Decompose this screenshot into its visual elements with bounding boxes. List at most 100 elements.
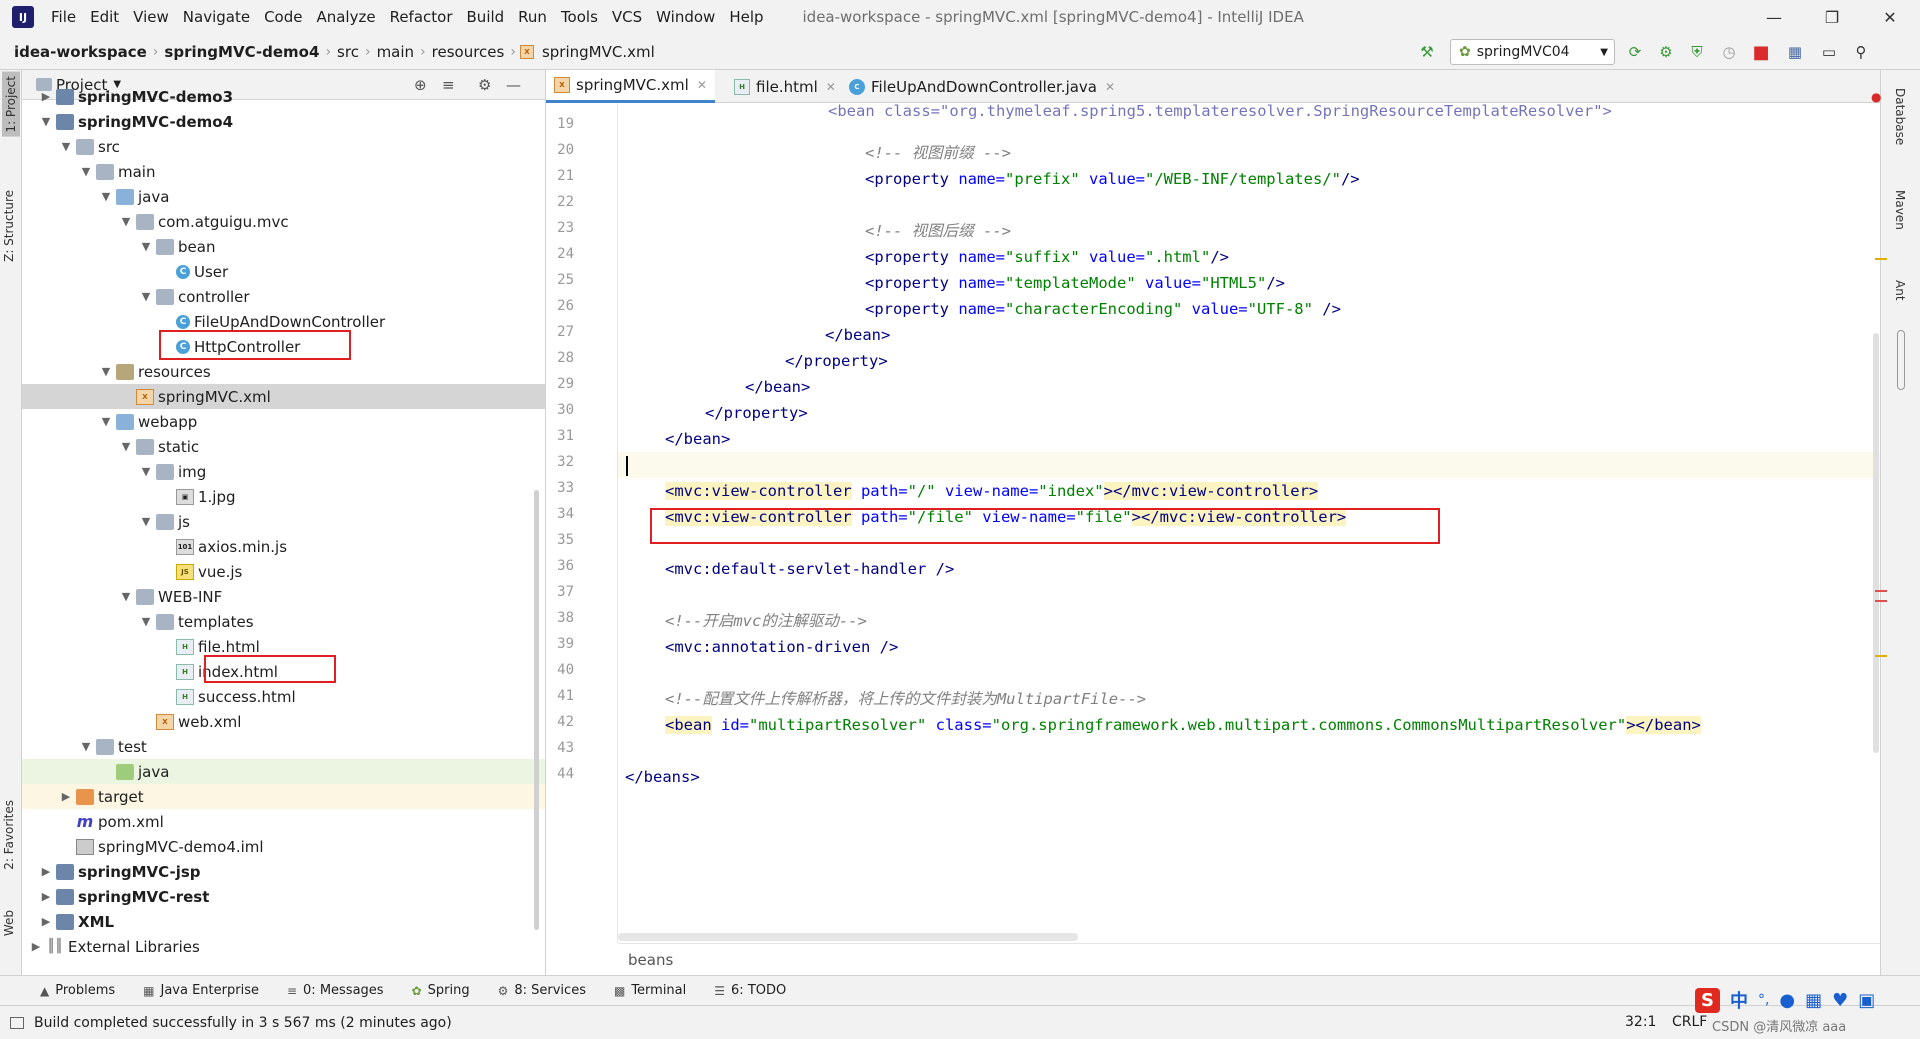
tree-item[interactable]: ▼ com.atguigu.mvc [22,209,545,234]
chevron-down-icon[interactable]: ▼ [138,515,154,528]
menu-code[interactable]: Code [257,8,309,26]
menu-refactor[interactable]: Refactor [383,8,460,26]
menu-window[interactable]: Window [649,8,722,26]
coverage-icon[interactable]: ⛨ [1688,43,1706,61]
tool-tab-structure[interactable]: Z: Structure [2,190,16,262]
breadcrumb-workspace[interactable]: idea-workspace [10,43,151,61]
chevron-down-icon[interactable]: ▼ [138,240,154,253]
menu-navigate[interactable]: Navigate [176,8,257,26]
menu-file[interactable]: File [44,8,83,26]
chevron-down-icon[interactable]: ▼ [138,615,154,628]
tool-problems[interactable]: ▲ Problems [40,983,115,998]
ime-language[interactable]: 中 [1730,987,1748,1013]
tool-spring[interactable]: ✿ Spring [412,983,470,998]
chevron-down-icon[interactable]: ▼ [138,465,154,478]
build-hammer-icon[interactable]: ⚒ [1418,43,1436,61]
chevron-right-icon[interactable]: ▶ [38,865,54,878]
menu-build[interactable]: Build [460,8,512,26]
tree-item[interactable]: ▼ src [22,134,545,159]
tree-item[interactable]: Hsuccess.html [22,684,545,709]
profile-icon[interactable]: ◷ [1720,43,1738,61]
chevron-down-icon[interactable]: ▼ [38,115,54,128]
chevron-right-icon[interactable]: ▶ [38,915,54,928]
tree-item[interactable]: ▼ main [22,159,545,184]
tree-item[interactable]: ▼ WEB-INF [22,584,545,609]
menu-help[interactable]: Help [722,8,770,26]
window-layout-icon[interactable]: ▭ [1820,43,1838,61]
tree-item[interactable]: java [22,759,545,784]
maximize-icon[interactable]: ❐ [1803,0,1861,34]
chevron-down-icon[interactable]: ▼ [118,215,134,228]
chevron-down-icon[interactable]: ▼ [98,190,114,203]
breadcrumb-module[interactable]: springMVC-demo4 [160,43,323,61]
tree-item-selected[interactable]: XspringMVC.xml [22,384,545,409]
tree-item[interactable]: ▼ java [22,184,545,209]
tool-tab-web[interactable]: Web [2,910,16,936]
tool-tab-maven[interactable]: Maven [1893,190,1907,230]
status-message[interactable]: Build completed successfully in 3 s 567 … [34,1015,452,1031]
debug-bug-icon[interactable]: ⚙ [1657,43,1675,61]
tree-item[interactable]: ▼ webapp [22,409,545,434]
skin-icon[interactable]: ♥ [1832,990,1848,1011]
run-config-select[interactable]: ✿ springMVC04 ▼ [1450,39,1615,65]
tree-item[interactable]: ▼ springMVC-demo4 [22,109,545,134]
chevron-down-icon[interactable]: ▼ [138,290,154,303]
tree-item[interactable]: ▼ resources [22,359,545,384]
code-editor[interactable]: <bean class="org.thymeleaf.spring5.templ… [618,103,1880,943]
ime-punctuation[interactable]: °, [1758,992,1769,1008]
tool-terminal[interactable]: ▩ Terminal [614,983,686,998]
project-structure-icon[interactable]: ▦ [1786,43,1804,61]
tree-item[interactable]: ▼ static [22,434,545,459]
tool-java-enterprise[interactable]: ▦ Java Enterprise [143,983,259,998]
chevron-down-icon[interactable]: ▼ [98,365,114,378]
tool-tab-ant[interactable]: Ant [1893,280,1907,301]
chevron-down-icon[interactable]: ▼ [118,590,134,603]
menu-vcs[interactable]: VCS [605,8,649,26]
chevron-right-icon[interactable]: ▶ [28,940,44,953]
breadcrumb-file[interactable]: springMVC.xml [538,43,659,61]
tree-item[interactable]: ▼ img [22,459,545,484]
chevron-right-icon[interactable]: ▶ [58,790,74,803]
menu-analyze[interactable]: Analyze [309,8,382,26]
error-marker[interactable] [1875,600,1887,602]
menu-run[interactable]: Run [511,8,554,26]
close-icon[interactable]: ✕ [697,78,707,92]
vertical-scrollbar[interactable] [1873,333,1879,753]
menu-view[interactable]: View [126,8,176,26]
warning-marker[interactable] [1875,258,1887,260]
status-panel-icon[interactable] [10,1016,24,1029]
tree-item[interactable]: ▼ controller [22,284,545,309]
toolbox-icon[interactable]: ▣ [1858,990,1875,1011]
tab-fileupanddowncontroller-java[interactable]: C FileUpAndDownController.java ✕ [841,70,1123,103]
warning-marker[interactable] [1875,655,1887,657]
breadcrumb-beans[interactable]: beans [628,951,673,969]
scrollbar[interactable] [534,490,539,930]
stop-icon[interactable]: ■ [1752,42,1770,63]
chevron-right-icon[interactable]: ▶ [38,90,54,103]
tool-tab-favorites[interactable]: 2: Favorites [2,800,16,870]
horizontal-scrollbar[interactable] [618,933,1078,941]
chevron-down-icon[interactable]: ▼ [98,415,114,428]
menu-tools[interactable]: Tools [554,8,605,26]
tree-item[interactable]: 101 axios.min.js [22,534,545,559]
tool-messages[interactable]: ≡ 0: Messages [287,983,384,998]
tree-item[interactable]: ▶ springMVC-rest [22,884,545,909]
tree-item[interactable]: ▼ js [22,509,545,534]
tree-item[interactable]: JS vue.js [22,559,545,584]
caret-position[interactable]: 32:1 [1625,1014,1656,1030]
tree-item[interactable]: Xweb.xml [22,709,545,734]
menu-edit[interactable]: Edit [83,8,126,26]
close-icon[interactable]: ✕ [826,80,836,94]
tool-tab-project[interactable]: 1: Project [2,72,20,137]
tree-item[interactable]: C User [22,259,545,284]
tab-file-html[interactable]: H file.html ✕ [726,70,844,103]
tree-item[interactable]: ▼ templates [22,609,545,634]
chevron-down-icon[interactable]: ▼ [78,165,94,178]
tool-todo[interactable]: ☰ 6: TODO [714,983,786,998]
close-icon[interactable]: ✕ [1105,80,1115,94]
keyboard-icon[interactable]: ▦ [1805,990,1822,1011]
tree-item[interactable]: m pom.xml [22,809,545,834]
error-indicator-icon[interactable]: ● [1871,90,1881,104]
error-marker[interactable] [1875,590,1887,592]
tree-item[interactable]: ▶ springMVC-demo3 [22,84,545,109]
